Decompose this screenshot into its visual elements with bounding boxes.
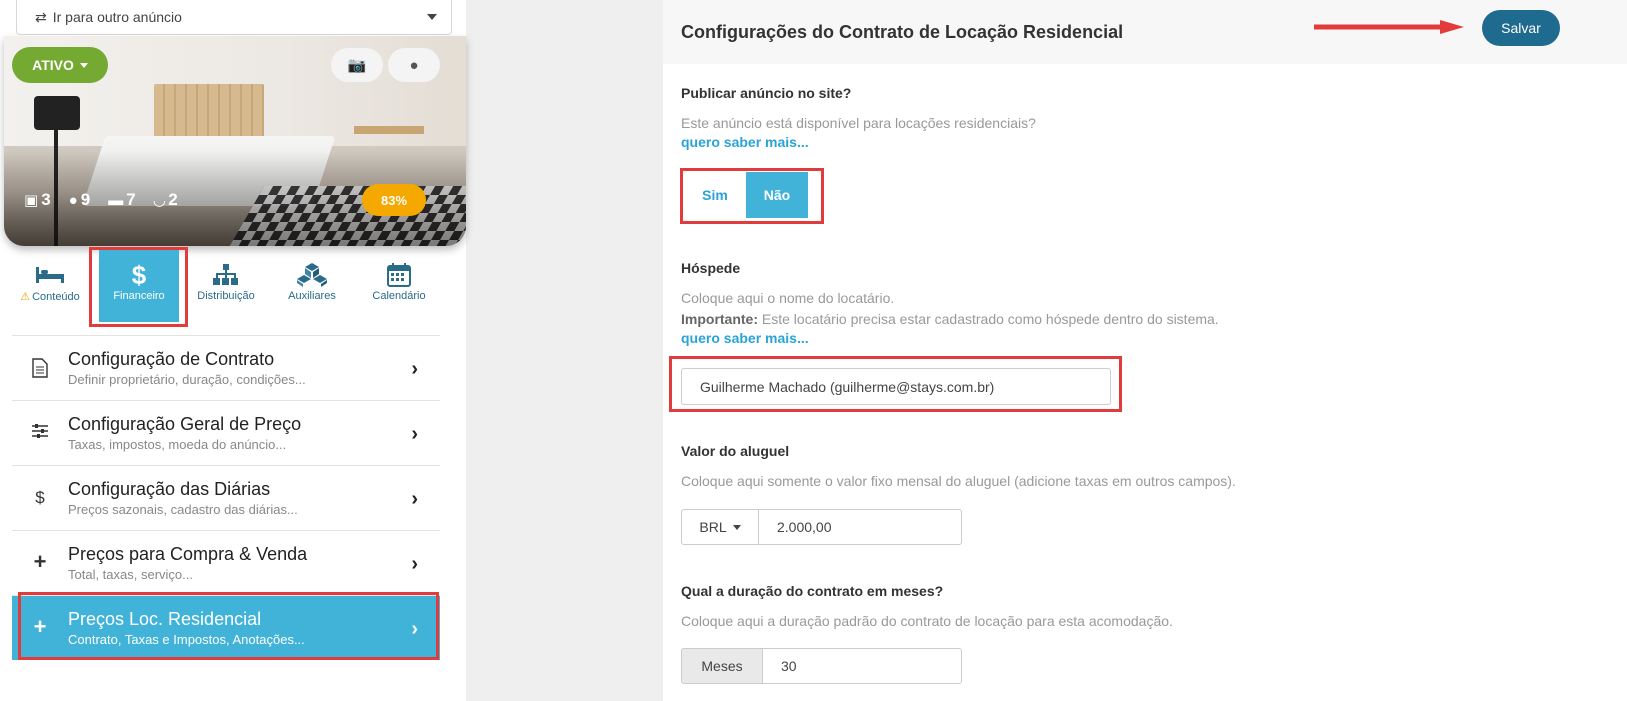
plus-icon: +	[33, 549, 47, 574]
swap-icon: ⇄	[35, 8, 47, 25]
duration-input[interactable]: 30	[762, 648, 962, 684]
chevron-right-icon: ›	[411, 423, 418, 445]
publish-label: Publicar anúncio no site?	[681, 85, 852, 101]
stat-rooms: ▣ 3	[24, 190, 51, 209]
listing-stats: ▣ 3 ● 9 ▬ 7 ◡ 2	[24, 190, 178, 210]
stat-beds: ▬ 7	[108, 190, 136, 209]
left-panel: ⇄ Ir para outro anúncio ATIVO 📷 ● ▣ 3 ● 9 …	[0, 0, 466, 701]
stat-guests: ● 9	[68, 190, 91, 209]
guest-learn-more-link[interactable]: quero saber mais...	[681, 330, 1219, 346]
bathtub-icon: ◡	[153, 192, 166, 209]
save-button[interactable]: Salvar	[1482, 10, 1560, 46]
dollar-icon: $	[35, 488, 45, 507]
menu-item-preco-geral[interactable]: Configuração Geral de Preço Taxas, impost…	[12, 400, 440, 465]
camera-icon: 📷	[347, 57, 367, 74]
duration-label: Qual a duração do contrato em meses?	[681, 583, 944, 599]
guest-important-note: Importante: Este locatário precisa estar…	[681, 311, 1219, 327]
globe-button[interactable]: ●	[388, 48, 440, 82]
rent-value-input[interactable]: 2.000,00	[758, 509, 962, 545]
caret-down-icon	[427, 14, 437, 20]
guest-help: Coloque aqui o nome do locatário.	[681, 290, 895, 306]
publish-learn-more-link[interactable]: quero saber mais...	[681, 134, 1036, 150]
duration-help: Coloque aqui a duração padrão do contrat…	[681, 613, 1173, 629]
caret-down-icon	[732, 524, 741, 530]
tab-conteudo[interactable]: ⚠ Conteúdo	[10, 250, 90, 322]
bed-icon	[35, 260, 65, 290]
warning-icon: ⚠	[20, 291, 31, 303]
guest-label: Hóspede	[681, 260, 741, 276]
publish-help: Este anúncio está disponível para locaçõ…	[681, 115, 1036, 131]
globe-icon: ●	[409, 56, 419, 74]
menu-item-diarias[interactable]: $ Configuração das Diárias Preços sazonai…	[12, 465, 440, 530]
bed-icon: ▬	[108, 192, 124, 209]
tab-auxiliares[interactable]: Auxiliares	[272, 250, 352, 322]
chevron-right-icon: ›	[411, 358, 418, 380]
user-icon: ●	[68, 192, 78, 209]
chevron-right-icon: ›	[411, 488, 418, 510]
menu-item-compra-venda[interactable]: + Preços para Compra & Venda Total, taxas…	[12, 530, 440, 595]
sitemap-icon	[213, 260, 239, 290]
status-label: ATIVO	[32, 57, 74, 73]
menu-item-contrato[interactable]: Configuração de Contrato Definir propriet…	[12, 335, 440, 400]
listing-select-label: Ir para outro anúncio	[52, 9, 182, 25]
duration-section: Qual a duração do contrato em meses? Col…	[681, 583, 1173, 632]
tab-distribuicao[interactable]: Distribuição	[186, 250, 266, 322]
arrow-indicator	[1314, 20, 1464, 34]
contract-settings-panel: Configurações do Contrato de Locação Res…	[663, 0, 1627, 701]
sliders-icon	[30, 423, 50, 444]
page-title: Configurações do Contrato de Locação Res…	[681, 21, 1124, 42]
stat-baths: ◡ 2	[153, 190, 178, 209]
rent-section: Valor do aluguel Coloque aqui somente o …	[681, 443, 1236, 492]
document-icon	[30, 358, 50, 383]
duration-unit-label: Meses	[681, 648, 763, 684]
highlight-box	[89, 247, 188, 327]
rent-label: Valor do aluguel	[681, 443, 790, 459]
listing-select[interactable]: ⇄ Ir para outro anúncio	[16, 0, 452, 35]
publish-section: Publicar anúncio no site? Este anúncio e…	[681, 85, 1036, 150]
calendar-icon	[387, 260, 411, 290]
rent-help: Coloque aqui somente o valor fixo mensal…	[681, 473, 1236, 489]
caret-down-icon	[79, 62, 88, 68]
highlight-box	[18, 592, 439, 660]
currency-select[interactable]: BRL	[681, 509, 759, 545]
highlight-box	[669, 356, 1122, 412]
completion-badge: 83%	[362, 184, 426, 216]
cube-icon: ▣	[24, 192, 39, 209]
guest-section: Hóspede Coloque aqui o nome do locatário…	[681, 260, 1219, 346]
section-tabs: ⚠ Conteúdo $ Financeiro Distribuição Auxi…	[10, 250, 440, 330]
tab-calendario[interactable]: Calendário	[359, 250, 439, 322]
camera-button[interactable]: 📷	[331, 48, 383, 82]
chevron-right-icon: ›	[411, 553, 418, 575]
cubes-icon	[297, 260, 327, 290]
highlight-box	[680, 168, 824, 224]
status-dropdown[interactable]: ATIVO	[12, 47, 108, 83]
